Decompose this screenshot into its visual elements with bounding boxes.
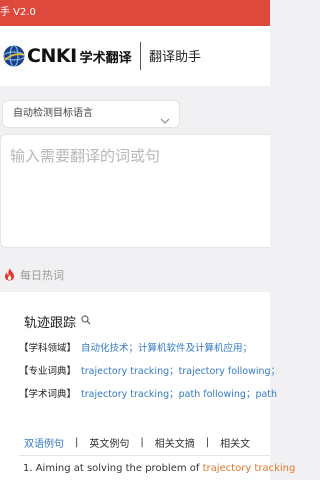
status-bar-text: 手 V2.0	[0, 7, 36, 18]
app-header: CNKI 学术翻译 翻译助手	[0, 26, 270, 86]
tab-english-examples[interactable]: 英文例句	[89, 435, 129, 450]
translation-input[interactable]: 输入需要翻译的词或句	[0, 134, 270, 248]
daily-hot-words-header: 每日热词	[4, 266, 64, 284]
hot-term[interactable]: 轨迹跟踪	[24, 312, 91, 331]
example-prefix: 1. Aiming at solving the problem of	[23, 463, 203, 474]
example-tabs: 双语例句 | 英文例句 | 相关文摘 | 相关文	[24, 435, 250, 450]
tab-bilingual-examples[interactable]: 双语例句	[24, 435, 64, 450]
status-bar: 手 V2.0	[0, 0, 270, 26]
flame-icon	[4, 266, 15, 285]
field-key: 【学科领域】	[19, 343, 77, 354]
field-value-link[interactable]: trajectory tracking；path following；path	[81, 386, 277, 400]
chevron-down-icon	[160, 110, 170, 136]
header-divider	[140, 42, 141, 70]
target-language-select[interactable]: 自动检测目标语言	[2, 100, 180, 128]
page-title: 翻译助手	[149, 50, 202, 65]
field-value-link[interactable]: trajectory tracking；trajectory following…	[81, 363, 280, 377]
logo-cn-text: 学术翻译	[79, 50, 132, 66]
logo-text: CNKI	[27, 45, 77, 67]
tab-related-more[interactable]: 相关文	[220, 435, 250, 450]
tab-separator: |	[75, 437, 79, 448]
target-language-value: 自动检测目标语言	[13, 108, 93, 119]
cnki-logo: CNKI 学术翻译	[2, 41, 132, 71]
tab-related-abstracts[interactable]: 相关文摘	[155, 435, 195, 450]
example-highlight: trajectory tracking	[202, 463, 296, 474]
field-key: 【学术词典】	[19, 389, 77, 400]
hot-term-text: 轨迹跟踪	[24, 316, 77, 331]
tab-separator: |	[205, 437, 210, 448]
hot-words-label: 每日热词	[20, 269, 64, 282]
hot-word-card: 轨迹跟踪 【学科领域】 自动化技术；计算机软件及计算机应用； 【专业词典】 tr…	[0, 292, 295, 480]
tab-separator: |	[140, 437, 144, 448]
example-sentence: 1. Aiming at solving the problem of traj…	[23, 463, 295, 474]
translation-input-placeholder: 输入需要翻译的词或句	[10, 147, 161, 165]
tab-divider	[19, 455, 270, 456]
search-icon[interactable]	[81, 314, 91, 329]
field-row-subject: 【学科领域】 自动化技术；计算机软件及计算机应用；	[19, 340, 252, 354]
field-row-professional-dict: 【专业词典】 trajectory tracking；trajectory fo…	[19, 363, 280, 377]
cnki-globe-icon	[2, 44, 26, 68]
field-row-academic-dict: 【学术词典】 trajectory tracking；path followin…	[19, 386, 277, 400]
field-key: 【专业词典】	[19, 366, 77, 377]
field-value-link[interactable]: 自动化技术；计算机软件及计算机应用；	[81, 340, 252, 354]
